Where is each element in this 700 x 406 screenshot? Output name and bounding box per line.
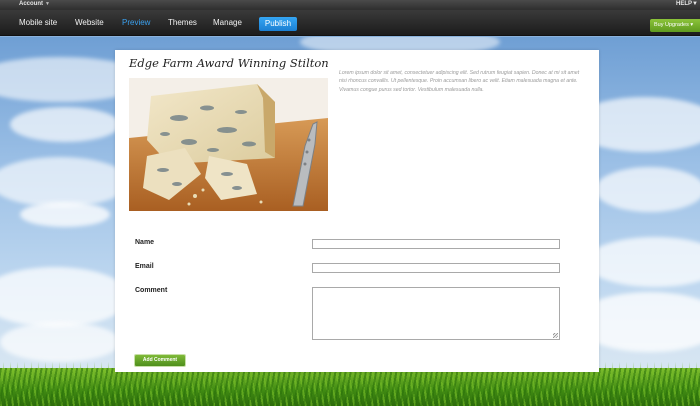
buy-upgrades-label: Buy Upgrades	[654, 22, 689, 28]
page-title: Edge Farm Award Winning Stilton	[129, 56, 329, 70]
account-label: Account	[19, 1, 43, 7]
add-comment-button[interactable]: Add Comment	[135, 355, 185, 366]
email-field[interactable]	[312, 263, 560, 273]
chevron-down-icon: ▼	[692, 1, 698, 7]
comment-label: Comment	[135, 287, 168, 294]
name-field[interactable]	[312, 239, 560, 249]
help-label: HELP	[676, 1, 693, 7]
chevron-down-icon: ▼	[45, 1, 50, 7]
cheese-photo	[129, 78, 328, 211]
account-bar: Account ▼ HELP▼	[0, 0, 700, 10]
main-nav: Mobile site Website Preview Themes Manag…	[0, 10, 700, 36]
name-label: Name	[135, 239, 155, 246]
nav-website[interactable]: Website	[75, 18, 104, 27]
nav-themes[interactable]: Themes	[168, 18, 197, 27]
publish-button[interactable]: Publish	[259, 17, 297, 31]
nav-preview[interactable]: Preview	[122, 18, 150, 27]
cheese-image	[129, 78, 328, 211]
buy-upgrades-button[interactable]: Buy Upgrades ▾	[650, 19, 700, 32]
content-card: Edge Farm Award Winning Stilton Lorem ip…	[115, 50, 599, 372]
nav-manage[interactable]: Manage	[213, 18, 242, 27]
help-menu[interactable]: HELP▼	[676, 1, 698, 7]
grass-strip	[0, 368, 700, 406]
chevron-down-icon: ▾	[690, 22, 694, 28]
nav-mobile-site[interactable]: Mobile site	[19, 18, 57, 27]
resize-handle-icon[interactable]	[553, 333, 558, 338]
account-menu[interactable]: Account ▼	[19, 1, 50, 7]
email-label: Email	[135, 263, 154, 270]
comment-field[interactable]	[312, 287, 560, 340]
body-text: Lorem ipsum dolor sit amet, consectetuer…	[339, 70, 580, 93]
